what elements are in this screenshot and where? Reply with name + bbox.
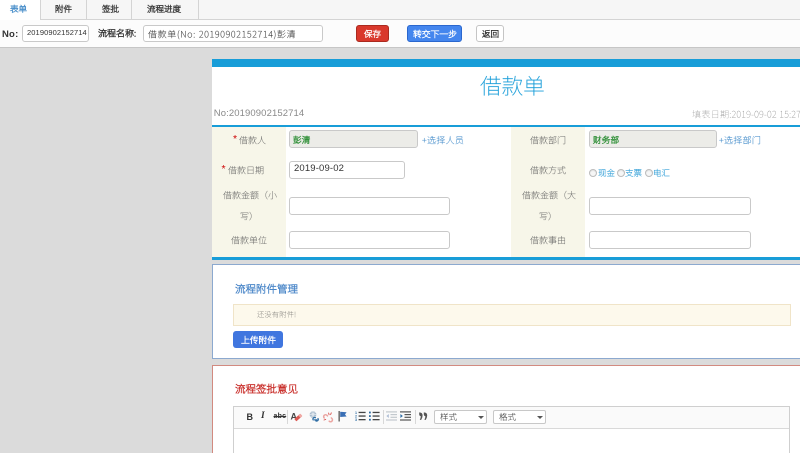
svg-text:3: 3 xyxy=(355,418,357,422)
